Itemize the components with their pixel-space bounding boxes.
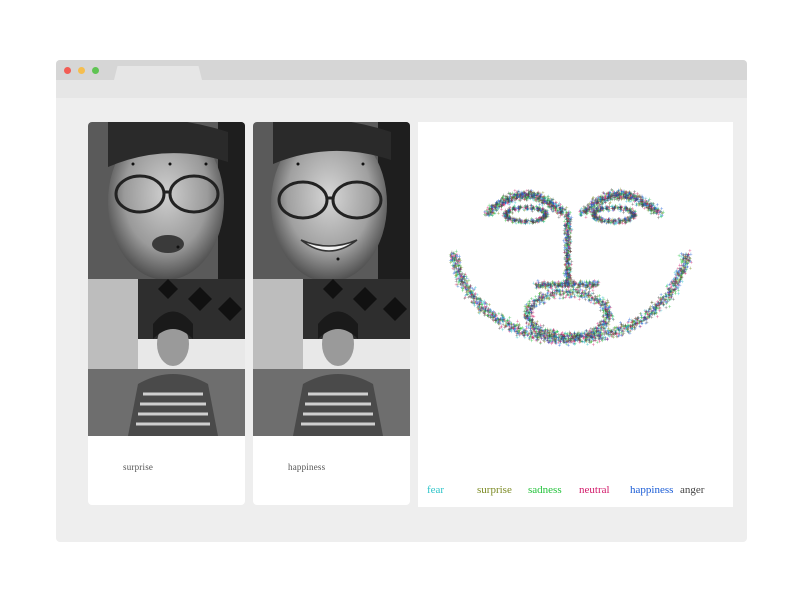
scatter-point: + (689, 267, 693, 273)
emotion-label: happiness (288, 462, 325, 472)
minimize-dot-icon[interactable] (78, 67, 85, 74)
emotion-card-1: surprise (88, 122, 245, 505)
scatter-points: ++++++ ++++++++++++++++++++++ +++ ++ +++ ++++… (449, 188, 694, 350)
landmark-scatter-plot: ++++++ ++++++++++++++++++++++ +++ ++ +++ ++++… (449, 188, 694, 350)
landmark-scatter-panel: + + + + + + + + + + + + + + + + + + + + + + + + + + + + + + + + + + + + + + + +… (418, 122, 733, 507)
browser-toolbar (56, 80, 747, 98)
scatter-point: + (495, 319, 499, 325)
webcam-frame-image (253, 279, 410, 436)
browser-window: surprise happiness + + + + + + + + + + +… (56, 60, 747, 542)
scatter-point: + (491, 311, 495, 317)
title-bar (56, 60, 747, 80)
close-dot-icon[interactable] (64, 67, 71, 74)
face-crop-image (88, 122, 245, 279)
emotion-label: surprise (123, 462, 153, 472)
emotion-card-2: happiness (253, 122, 410, 505)
maximize-dot-icon[interactable] (92, 67, 99, 74)
webcam-frame-image (88, 279, 245, 436)
scatter-point: + (455, 258, 459, 264)
scatter-point: + (458, 257, 462, 263)
face-crop-image (253, 122, 410, 279)
browser-tab[interactable] (114, 66, 202, 80)
